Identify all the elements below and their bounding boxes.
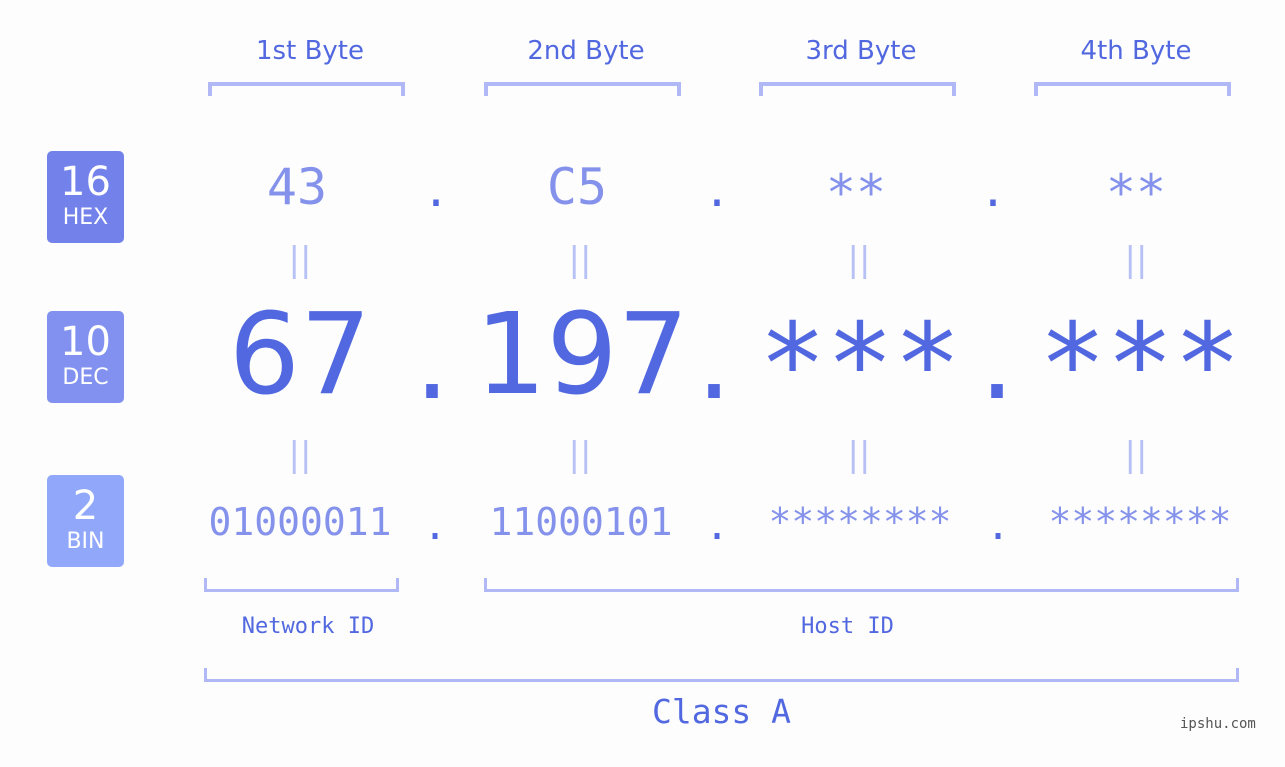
bracket-byte-3	[759, 82, 956, 96]
hex-byte-2: C5	[546, 158, 608, 216]
dec-byte-2: 197	[475, 290, 689, 420]
bin-base-number: 2	[72, 483, 99, 529]
host-id-bracket	[484, 578, 1239, 592]
bin-byte-4: ********	[1048, 500, 1232, 544]
dec-separator-2: .	[696, 295, 732, 425]
dec-byte-4: ***	[1038, 300, 1242, 430]
header-byte-1: 1st Byte	[256, 36, 364, 66]
network-id-bracket	[204, 578, 399, 592]
hex-separator-2: .	[703, 166, 731, 217]
dec-byte-1: 67	[228, 290, 372, 420]
dec-separator-3: .	[979, 295, 1015, 425]
dec-separator-1: .	[414, 295, 450, 425]
bin-separator-1: .	[422, 503, 448, 549]
equals-hex-dec-1: ||	[288, 240, 312, 280]
bin-separator-3: .	[985, 503, 1011, 549]
equals-dec-bin-1: ||	[288, 435, 312, 475]
hex-badge: 16 HEX	[47, 151, 124, 243]
equals-dec-bin-3: ||	[847, 435, 871, 475]
bin-base-label: BIN	[66, 529, 105, 554]
bin-byte-2: 11000101	[489, 500, 673, 544]
dec-byte-3: ***	[758, 300, 962, 430]
dec-base-number: 10	[60, 319, 111, 365]
hex-base-number: 16	[60, 159, 111, 205]
header-byte-3: 3rd Byte	[805, 36, 917, 66]
bin-badge: 2 BIN	[47, 475, 124, 567]
class-bracket	[204, 668, 1239, 682]
bracket-byte-1	[208, 82, 405, 96]
bin-separator-2: .	[704, 503, 730, 549]
hex-separator-1: .	[422, 166, 450, 217]
header-byte-4: 4th Byte	[1080, 36, 1192, 66]
bin-byte-3: ********	[768, 500, 952, 544]
host-id-label: Host ID	[801, 614, 894, 639]
equals-hex-dec-2: ||	[568, 240, 592, 280]
header-byte-2: 2nd Byte	[527, 36, 645, 66]
class-label: Class A	[651, 692, 792, 731]
watermark: ipshu.com	[1180, 716, 1256, 732]
bracket-byte-2	[484, 82, 681, 96]
equals-dec-bin-4: ||	[1124, 435, 1148, 475]
hex-byte-1: 43	[266, 158, 328, 216]
dec-base-label: DEC	[62, 365, 109, 390]
equals-dec-bin-2: ||	[568, 435, 592, 475]
equals-hex-dec-4: ||	[1124, 240, 1148, 280]
bracket-byte-4	[1034, 82, 1231, 96]
dec-badge: 10 DEC	[47, 311, 124, 403]
hex-separator-3: .	[979, 166, 1007, 217]
hex-base-label: HEX	[62, 205, 109, 230]
network-id-label: Network ID	[241, 614, 375, 639]
hex-byte-3: **	[825, 164, 887, 222]
equals-hex-dec-3: ||	[847, 240, 871, 280]
bin-byte-1: 01000011	[208, 500, 392, 544]
hex-byte-4: **	[1105, 164, 1167, 222]
